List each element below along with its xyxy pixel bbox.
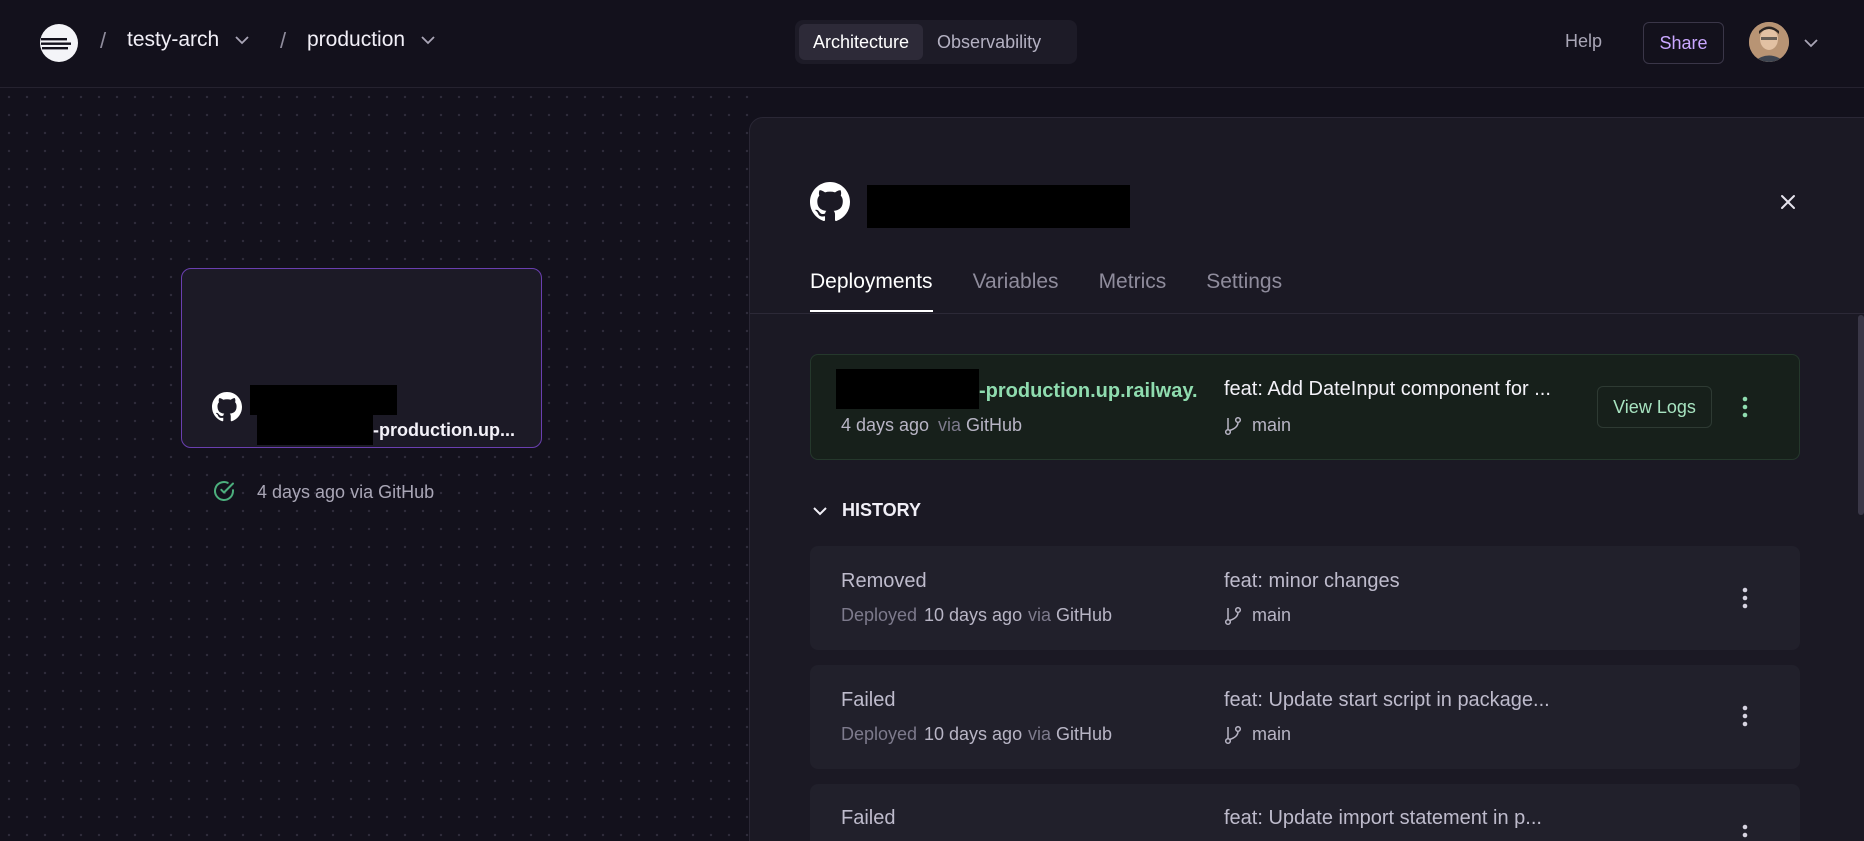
deployment-branch: main: [1224, 605, 1291, 626]
user-avatar-icon: [1749, 22, 1789, 62]
via-label: via: [938, 415, 962, 435]
deployed-label: Deployed: [841, 605, 918, 625]
tab-architecture[interactable]: Architecture: [799, 24, 924, 60]
deployment-status: Removed: [841, 570, 927, 592]
deployment-status: Failed: [841, 689, 896, 711]
share-button[interactable]: Share: [1643, 22, 1724, 64]
deployment-time: 4 days ago: [841, 415, 930, 435]
check-circle-icon: [214, 481, 234, 501]
deployment-commit-message: feat: Update import statement in p...: [1224, 807, 1542, 829]
chevron-down-icon: [421, 36, 435, 45]
deployment-time: 10 days ago: [924, 724, 1023, 744]
redacted-domain: [257, 415, 373, 445]
project-name: testy-arch: [127, 28, 220, 51]
more-options-icon[interactable]: [1741, 823, 1749, 841]
service-domain: -production.up...: [373, 420, 515, 440]
architecture-canvas[interactable]: [0, 88, 750, 841]
panel-tabs: Deployments Variables Metrics Settings: [810, 270, 1282, 312]
tab-settings[interactable]: Settings: [1206, 270, 1282, 312]
tab-metrics[interactable]: Metrics: [1099, 270, 1167, 312]
git-branch-icon: [1224, 606, 1242, 625]
environment-name: production: [307, 28, 406, 51]
deployment-commit-message: feat: Update start script in package...: [1224, 689, 1550, 711]
deployed-label: Deployed: [841, 724, 918, 744]
chevron-down-icon: [813, 506, 827, 515]
tab-observability[interactable]: Observability: [923, 24, 1055, 60]
history-row[interactable]: [810, 546, 1800, 650]
deployment-source: GitHub: [1056, 724, 1113, 744]
branch-name: main: [1252, 605, 1292, 625]
project-selector[interactable]: testy-arch: [127, 28, 251, 52]
avatar[interactable]: [1749, 22, 1789, 62]
more-options-icon[interactable]: [1741, 586, 1749, 610]
redacted-service-title: [867, 185, 1130, 228]
deployment-domain-link[interactable]: -production.up.railway.: [979, 380, 1198, 403]
git-branch-icon: [1224, 416, 1242, 435]
tab-variables[interactable]: Variables: [973, 270, 1059, 312]
deployment-time: 10 days ago: [924, 605, 1023, 625]
top-bar: / testy-arch / production Architecture O…: [0, 0, 1864, 88]
close-icon[interactable]: [1778, 192, 1798, 212]
deployment-source: GitHub: [966, 415, 1023, 435]
tab-deployments[interactable]: Deployments: [810, 270, 933, 312]
github-icon: [212, 392, 242, 422]
via-label: via: [1028, 724, 1052, 744]
more-options-icon[interactable]: [1741, 704, 1749, 728]
branch-name: main: [1252, 415, 1292, 435]
railway-logo-icon[interactable]: [38, 22, 80, 64]
deployment-branch: main: [1224, 724, 1291, 745]
deployment-commit-message: feat: Add DateInput component for ...: [1224, 378, 1551, 400]
history-label: HISTORY: [842, 500, 922, 520]
chevron-down-icon[interactable]: [1802, 34, 1820, 52]
environment-selector[interactable]: production: [307, 28, 437, 52]
more-options-icon[interactable]: [1741, 395, 1749, 419]
service-status-text: 4 days ago via GitHub: [257, 482, 435, 502]
deployment-source: GitHub: [1056, 605, 1113, 625]
deployment-branch: main: [1224, 415, 1291, 436]
redacted-service-name: [250, 385, 397, 415]
github-icon: [810, 182, 850, 222]
breadcrumb-separator: /: [100, 28, 107, 53]
panel-scrollbar[interactable]: [1858, 315, 1864, 515]
deployment-commit-message: feat: minor changes: [1224, 570, 1400, 592]
history-toggle[interactable]: HISTORY: [810, 500, 921, 521]
git-branch-icon: [1224, 725, 1242, 744]
history-row[interactable]: [810, 665, 1800, 769]
view-switcher: Architecture Observability: [795, 20, 1077, 64]
redacted-deployment-domain: [836, 369, 979, 409]
help-link[interactable]: Help: [1565, 31, 1602, 52]
deployment-status: Failed: [841, 807, 896, 829]
chevron-down-icon: [235, 36, 249, 45]
view-logs-button[interactable]: View Logs: [1597, 386, 1712, 428]
tabs-divider: [750, 313, 1864, 314]
breadcrumb-separator: /: [280, 28, 287, 53]
via-label: via: [1028, 605, 1052, 625]
branch-name: main: [1252, 724, 1292, 744]
